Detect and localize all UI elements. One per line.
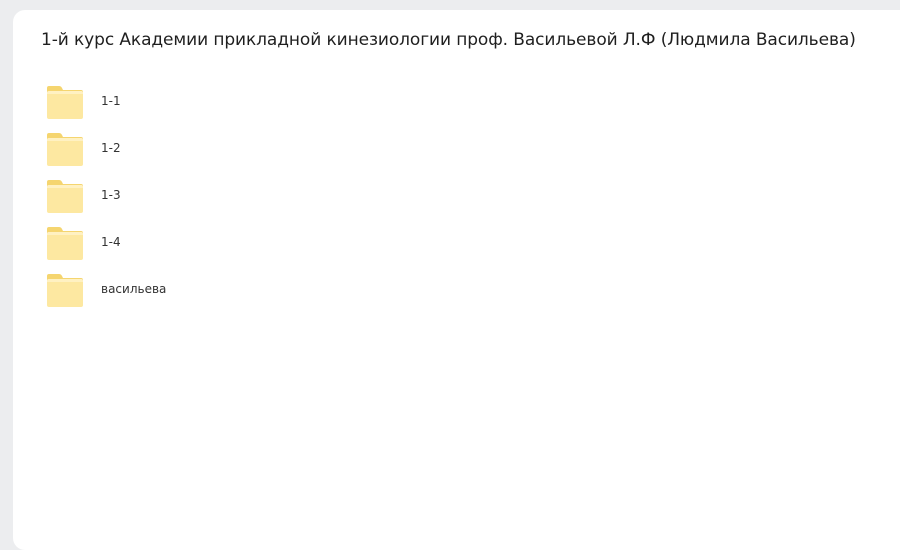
folder-item[interactable]: 1-3 [46,172,166,219]
page-title: 1-й курс Академии прикладной кинезиологи… [41,30,856,50]
folder-label: 1-1 [101,93,121,108]
folder-item[interactable]: 1-4 [46,219,166,266]
folder-label: 1-2 [101,140,121,155]
folder-icon [46,225,84,261]
folder-label: 1-4 [101,234,121,249]
content-panel: 1-й курс Академии прикладной кинезиологи… [13,10,900,550]
folder-label: васильева [101,281,167,296]
folder-icon [46,178,84,214]
folder-item[interactable]: васильева [46,266,166,313]
folder-label: 1-3 [101,187,121,202]
folder-icon [46,84,84,120]
folder-icon [46,131,84,167]
folder-icon [46,272,84,308]
folder-list: 1-1 1-2 1-3 1-4 васильева [46,78,166,313]
folder-item[interactable]: 1-1 [46,78,166,125]
folder-item[interactable]: 1-2 [46,125,166,172]
